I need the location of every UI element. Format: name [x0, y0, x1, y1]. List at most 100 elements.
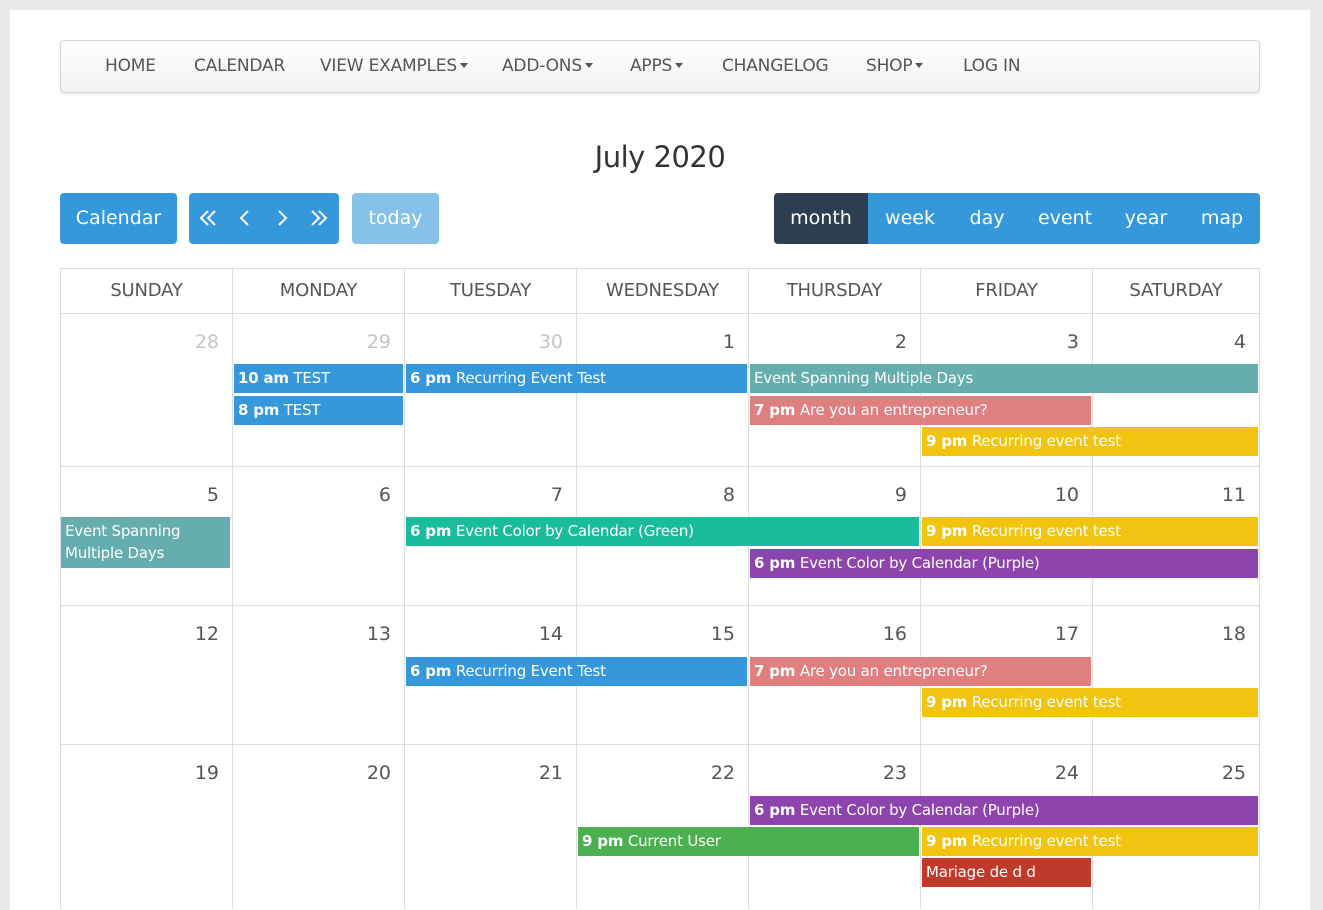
calendar-event[interactable]: 6 pm Recurring Event Test	[406, 364, 747, 393]
calendar-event[interactable]: 6 pm Event Color by Calendar (Purple)	[750, 796, 1258, 825]
caret-down-icon	[459, 63, 468, 68]
month-grid: SUNDAY MONDAY TUESDAY WEDNESDAY THURSDAY…	[60, 268, 1260, 909]
view-map-button[interactable]: map	[1184, 193, 1260, 244]
calendar-event[interactable]: 9 pm Recurring event test	[922, 827, 1258, 856]
grid-line	[61, 466, 1259, 467]
day-number[interactable]: 18	[1206, 623, 1246, 645]
event-title: Recurring event test	[971, 522, 1121, 540]
view-week-button[interactable]: week	[868, 193, 952, 244]
weekday-header: TUESDAY	[449, 280, 532, 301]
event-title: Current User	[627, 832, 721, 850]
day-number[interactable]: 1	[695, 331, 735, 353]
day-number[interactable]: 19	[179, 762, 219, 784]
event-time: 6 pm	[410, 369, 452, 387]
grid-line	[404, 269, 405, 909]
calendar-button[interactable]: Calendar	[60, 193, 177, 244]
event-title: Recurring event test	[971, 832, 1121, 850]
chevron-left-icon	[239, 210, 249, 226]
caret-down-icon	[584, 63, 593, 68]
day-number[interactable]: 12	[179, 623, 219, 645]
event-title: Event Spanning Multiple Days	[754, 369, 974, 387]
calendar-event[interactable]: 6 pm Event Color by Calendar (Purple)	[750, 549, 1258, 578]
day-number[interactable]: 20	[351, 762, 391, 784]
day-number[interactable]: 24	[1039, 762, 1079, 784]
day-number[interactable]: 15	[695, 623, 735, 645]
nav-apps-label: APPS	[630, 56, 673, 76]
day-number[interactable]: 23	[867, 762, 907, 784]
event-title: Event Color by Calendar (Purple)	[799, 554, 1040, 572]
day-number[interactable]: 28	[179, 331, 219, 353]
day-number[interactable]: 17	[1039, 623, 1079, 645]
day-number[interactable]: 8	[695, 484, 735, 506]
day-number[interactable]: 21	[523, 762, 563, 784]
weekday-header: SUNDAY	[110, 280, 183, 301]
day-number[interactable]: 13	[351, 623, 391, 645]
day-number[interactable]: 7	[523, 484, 563, 506]
navigation-button-group	[189, 193, 339, 244]
calendar-event[interactable]: 9 pm Current User	[578, 827, 919, 856]
day-number[interactable]: 2	[867, 331, 907, 353]
view-event-button[interactable]: event	[1022, 193, 1108, 244]
prev-year-button[interactable]	[189, 193, 226, 244]
calendar-event[interactable]: Event Spanning Multiple Days	[61, 517, 230, 568]
calendar-event[interactable]: Mariage de d d	[922, 858, 1091, 887]
calendar-event[interactable]: 9 pm Recurring event test	[922, 517, 1258, 546]
day-number[interactable]: 22	[695, 762, 735, 784]
day-number[interactable]: 5	[179, 484, 219, 506]
nav-view-examples-label: VIEW EXAMPLES	[320, 56, 457, 76]
day-number[interactable]: 9	[867, 484, 907, 506]
grid-line	[61, 313, 1259, 314]
event-time: 7 pm	[754, 401, 796, 419]
view-year-button[interactable]: year	[1108, 193, 1184, 244]
day-number[interactable]: 29	[351, 331, 391, 353]
grid-line	[748, 269, 749, 909]
nav-addons[interactable]: ADD-ONS	[502, 41, 593, 92]
calendar-event[interactable]: 7 pm Are you an entrepreneur?	[750, 657, 1091, 686]
chevron-right-icon	[278, 210, 288, 226]
event-title: Recurring Event Test	[455, 662, 606, 680]
prev-month-button[interactable]	[226, 193, 263, 244]
view-day-button[interactable]: day	[952, 193, 1022, 244]
calendar-event[interactable]: 9 pm Recurring event test	[922, 688, 1258, 717]
next-year-button[interactable]	[300, 193, 337, 244]
day-number[interactable]: 14	[523, 623, 563, 645]
today-button[interactable]: today	[352, 193, 439, 244]
day-number[interactable]: 11	[1206, 484, 1246, 506]
calendar-event[interactable]: 8 pm TEST	[234, 396, 403, 425]
nav-login[interactable]: LOG IN	[963, 41, 1021, 92]
day-number[interactable]: 25	[1206, 762, 1246, 784]
day-number[interactable]: 4	[1206, 331, 1246, 353]
view-month-button[interactable]: month	[774, 193, 868, 244]
event-title: Mariage de d d	[926, 863, 1036, 881]
nav-calendar[interactable]: CALENDAR	[194, 41, 285, 92]
nav-shop[interactable]: SHOP	[866, 41, 924, 92]
nav-view-examples[interactable]: VIEW EXAMPLES	[320, 41, 468, 92]
next-month-button[interactable]	[263, 193, 300, 244]
day-number[interactable]: 30	[523, 331, 563, 353]
event-title: Event Color by Calendar (Purple)	[799, 801, 1040, 819]
calendar-event[interactable]: Event Spanning Multiple Days	[750, 364, 1258, 393]
calendar-event[interactable]: 10 am TEST	[234, 364, 403, 393]
event-time: 7 pm	[754, 662, 796, 680]
event-time: 9 pm	[926, 432, 968, 450]
nav-apps[interactable]: APPS	[630, 41, 684, 92]
calendar-event[interactable]: 6 pm Recurring Event Test	[406, 657, 747, 686]
event-title: Recurring event test	[971, 693, 1121, 711]
day-number[interactable]: 10	[1039, 484, 1079, 506]
calendar-event[interactable]: 9 pm Recurring event test	[922, 427, 1258, 456]
event-title: Event Spanning Multiple Days	[65, 522, 181, 562]
event-time: 9 pm	[926, 693, 968, 711]
day-number[interactable]: 16	[867, 623, 907, 645]
grid-line	[232, 269, 233, 909]
grid-line	[61, 605, 1259, 606]
event-title: Are you an entrepreneur?	[799, 401, 988, 419]
calendar-event[interactable]: 6 pm Event Color by Calendar (Green)	[406, 517, 919, 546]
day-number[interactable]: 3	[1039, 331, 1079, 353]
day-number[interactable]: 6	[351, 484, 391, 506]
event-title: Are you an entrepreneur?	[799, 662, 988, 680]
weekday-header: FRIDAY	[975, 280, 1038, 301]
calendar-event[interactable]: 7 pm Are you an entrepreneur?	[750, 396, 1091, 425]
page: HOME CALENDAR VIEW EXAMPLES ADD-ONS APPS…	[10, 10, 1310, 910]
nav-home[interactable]: HOME	[105, 41, 156, 92]
nav-changelog[interactable]: CHANGELOG	[722, 41, 829, 92]
